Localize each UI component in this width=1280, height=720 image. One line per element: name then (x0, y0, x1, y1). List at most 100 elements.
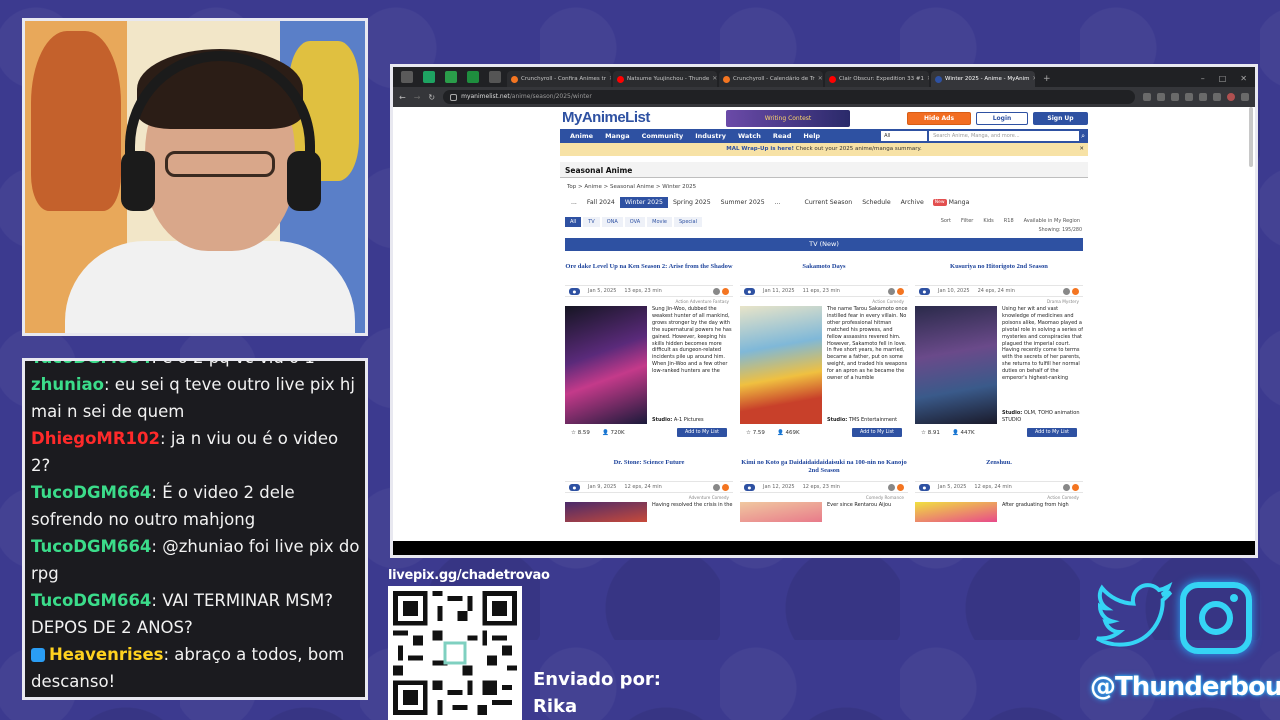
chat-username[interactable]: TucoDGM664 (31, 483, 151, 502)
season-link[interactable]: ... (770, 197, 786, 208)
pinned-tab-icon[interactable] (467, 71, 479, 83)
browser-tab[interactable]: Natsume Yuujinchou - Thunde ✕ (613, 71, 717, 87)
available-region-checkbox[interactable]: Available in My Region (1024, 218, 1080, 224)
wrapup-notice[interactable]: MAL Wrap-Up is here! Check out your 2025… (560, 143, 1088, 156)
chat-username[interactable]: Heavenrises (49, 645, 163, 664)
zoom-icon[interactable] (1171, 93, 1179, 101)
type-filter[interactable]: Special (673, 217, 702, 227)
tab-close-icon[interactable]: ✕ (927, 71, 929, 87)
minimize-icon[interactable]: – (1201, 74, 1205, 83)
extension-icon[interactable] (1213, 93, 1221, 101)
anime-poster[interactable] (915, 502, 997, 522)
chat-username[interactable]: TucoDGM664 (31, 591, 151, 610)
type-filter[interactable]: All (565, 217, 582, 227)
pinned-tab-icon[interactable] (445, 71, 457, 83)
search-input[interactable]: Search Anime, Manga, and more... (929, 131, 1080, 141)
maximize-icon[interactable]: □ (1219, 74, 1227, 83)
reload-icon[interactable]: ↻ (428, 93, 435, 102)
forward-icon[interactable]: → (414, 93, 421, 102)
mal-logo[interactable]: MyAnimeList (562, 109, 650, 126)
extension-icon[interactable] (1143, 93, 1151, 101)
add-to-list-button[interactable]: Add to My List (851, 428, 902, 437)
address-bar[interactable]: myanimelist.net/anime/season/2025/winter (443, 90, 1135, 104)
search-icon[interactable]: ⌕ (1081, 132, 1088, 141)
chat-username[interactable]: TucoDGM664 (31, 361, 151, 367)
streaming-icon[interactable] (713, 287, 720, 295)
anime-poster[interactable] (740, 502, 822, 522)
nav-item[interactable]: Community (636, 132, 690, 140)
season-link[interactable]: Spring 2025 (668, 197, 716, 208)
season-link[interactable]: Winter 2025 (619, 196, 668, 208)
season-link[interactable]: Fall 2024 (582, 197, 620, 208)
anime-poster[interactable] (740, 306, 822, 424)
chat-username[interactable]: TucoDGM664 (31, 537, 151, 556)
streaming-icon[interactable] (1063, 483, 1070, 491)
profile-avatar[interactable] (1227, 93, 1235, 101)
tab-close-icon[interactable]: ✕ (712, 71, 717, 87)
browser-tab[interactable]: Crunchyroll - Calendário de Tr ✕ (719, 71, 823, 87)
streaming-icon[interactable] (713, 483, 720, 491)
r18-checkbox[interactable]: R18 (1004, 218, 1014, 224)
nav-item[interactable]: Read (767, 132, 797, 140)
type-filter[interactable]: ONA (601, 217, 623, 227)
menu-icon[interactable] (1241, 93, 1249, 101)
anime-poster[interactable] (565, 306, 647, 424)
writing-contest-banner[interactable]: Writing Contest (726, 110, 850, 127)
type-filter[interactable]: OVA (624, 217, 646, 227)
add-to-list-button[interactable]: Add to My List (676, 428, 727, 437)
breadcrumb[interactable]: Top > Anime > Seasonal Anime > Winter 20… (560, 178, 1088, 194)
anime-title[interactable]: Dr. Stone: Science Future (565, 459, 733, 477)
login-button[interactable]: Login (976, 112, 1028, 125)
add-to-list-button[interactable]: Add to My List (1026, 428, 1077, 437)
extension-icon[interactable] (1157, 93, 1165, 101)
kids-checkbox[interactable]: Kids (983, 218, 993, 224)
anime-poster[interactable] (565, 502, 647, 522)
type-filter[interactable]: TV (583, 217, 600, 227)
new-tab-button[interactable]: + (1037, 74, 1057, 87)
tab-close-icon[interactable]: ✕ (609, 71, 611, 87)
scrollbar[interactable] (1249, 107, 1253, 167)
studio-name[interactable]: A-1 Pictures (674, 417, 704, 423)
tab-search-icon[interactable] (401, 71, 413, 83)
bookmark-star-icon[interactable] (1185, 93, 1193, 101)
pinned-tab-icon[interactable] (489, 71, 501, 83)
browser-tab[interactable]: Clair Obscur: Expedition 33 #1✕ (825, 71, 929, 87)
season-tool-link[interactable]: Archive (896, 197, 929, 208)
chat-username[interactable]: zhuniao (31, 375, 104, 394)
nav-item[interactable]: Anime (564, 132, 599, 140)
season-tool-link[interactable]: Schedule (857, 197, 895, 208)
nav-item[interactable]: Manga (599, 132, 636, 140)
hide-ads-button[interactable]: Hide Ads (907, 112, 971, 125)
studio-name[interactable]: TMS Entertainment (849, 417, 897, 423)
anime-title[interactable]: Zenshuu. (915, 459, 1083, 477)
streaming-icon[interactable] (888, 483, 895, 491)
nav-item[interactable]: Industry (689, 132, 732, 140)
season-link[interactable]: ... (566, 197, 582, 208)
season-link[interactable]: Summer 2025 (716, 197, 770, 208)
anime-title[interactable]: Kimi no Koto ga Daidaidaidaidaisuki na 1… (740, 459, 908, 477)
manga-season-link[interactable]: Manga (947, 197, 975, 208)
browser-tab[interactable]: Winter 2025 - Anime - MyAnim✕ (931, 71, 1035, 87)
filter-dropdown[interactable]: Filter (961, 218, 973, 224)
search-category-select[interactable]: All (881, 131, 928, 141)
streaming-icon[interactable] (1063, 287, 1070, 295)
crunchyroll-icon[interactable] (722, 287, 729, 295)
close-icon[interactable]: ✕ (1079, 143, 1084, 156)
anime-poster[interactable] (915, 306, 997, 424)
nav-item[interactable]: Help (797, 132, 826, 140)
extension-icon[interactable] (1199, 93, 1207, 101)
browser-tab[interactable]: Crunchyroll - Confira Animes tr✕ (507, 71, 611, 87)
close-icon[interactable]: ✕ (1240, 74, 1247, 83)
sign-up-button[interactable]: Sign Up (1033, 112, 1088, 125)
tab-close-icon[interactable]: ✕ (818, 71, 823, 87)
season-tool-link[interactable]: Current Season (800, 197, 858, 208)
pinned-tab-icon[interactable] (423, 71, 435, 83)
type-filter[interactable]: Movie (647, 217, 672, 227)
anime-title[interactable]: Sakamoto Days (740, 263, 908, 281)
crunchyroll-icon[interactable] (897, 287, 904, 295)
nav-item[interactable]: Watch (732, 132, 767, 140)
tab-close-icon[interactable]: ✕ (1033, 71, 1036, 87)
sort-dropdown[interactable]: Sort (941, 218, 951, 224)
anime-title[interactable]: Kusuriya no Hitorigoto 2nd Season (915, 263, 1083, 281)
crunchyroll-icon[interactable] (1072, 483, 1079, 491)
